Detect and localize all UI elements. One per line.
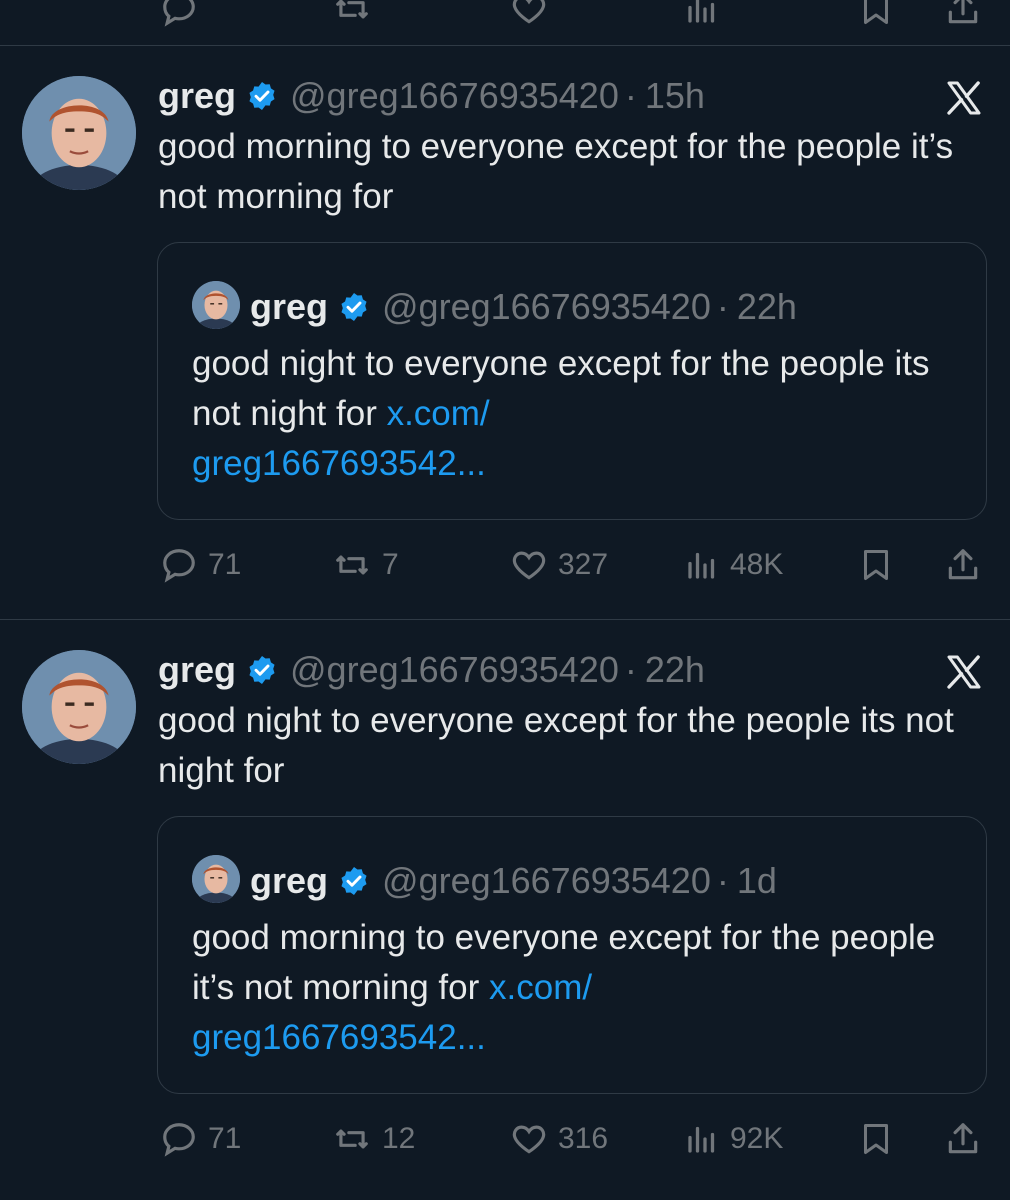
quoted-author-name[interactable]: greg bbox=[250, 860, 328, 902]
views-button[interactable]: 92K bbox=[684, 1109, 783, 1169]
views-icon bbox=[684, 546, 720, 584]
reply-count: 71 bbox=[208, 548, 242, 581]
views-count: 48K bbox=[730, 548, 784, 581]
quoted-link-continued[interactable]: greg1667693542... bbox=[192, 444, 486, 483]
repost-count: 12 bbox=[382, 1122, 416, 1155]
repost-icon[interactable] bbox=[332, 0, 372, 28]
bookmark-button[interactable] bbox=[858, 1109, 904, 1169]
timestamp[interactable]: 15h bbox=[645, 75, 705, 117]
quoted-avatar[interactable] bbox=[192, 855, 240, 903]
quoted-link[interactable]: x.com/ bbox=[387, 394, 490, 433]
like-icon[interactable] bbox=[510, 0, 548, 28]
tweet-text: good night to everyone except for the pe… bbox=[158, 701, 954, 790]
tweet-header: greg @greg16676935420 · 15h bbox=[158, 70, 705, 122]
author-name[interactable]: greg bbox=[158, 649, 236, 691]
author-name[interactable]: greg bbox=[158, 75, 236, 117]
bookmark-icon bbox=[858, 1120, 894, 1158]
share-icon bbox=[944, 1120, 982, 1158]
like-count: 316 bbox=[558, 1122, 609, 1155]
reply-icon bbox=[160, 546, 198, 584]
quoted-author-handle[interactable]: @greg16676935420 bbox=[382, 860, 711, 902]
author-handle[interactable]: @greg16676935420 bbox=[290, 75, 619, 117]
separator-dot: · bbox=[624, 75, 637, 116]
quoted-avatar[interactable] bbox=[192, 281, 240, 329]
share-button[interactable] bbox=[944, 535, 992, 595]
quoted-tweet[interactable]: greg @greg16676935420 · 22h good night t… bbox=[157, 242, 987, 520]
previous-tweet-action-bar bbox=[0, 0, 1010, 38]
action-bar: 71 12 316 92K bbox=[0, 1109, 1010, 1169]
verified-badge-icon bbox=[246, 80, 278, 112]
repost-icon bbox=[332, 1120, 372, 1158]
reply-button[interactable]: 71 bbox=[160, 1109, 241, 1169]
views-icon[interactable] bbox=[684, 0, 720, 28]
quoted-author-handle[interactable]: @greg16676935420 bbox=[382, 286, 711, 328]
repost-count: 7 bbox=[382, 548, 399, 581]
x-logo-icon bbox=[944, 78, 984, 118]
reply-count: 71 bbox=[208, 1122, 242, 1155]
bookmark-icon[interactable] bbox=[858, 0, 894, 28]
bookmark-icon bbox=[858, 546, 894, 584]
repost-button[interactable]: 7 bbox=[332, 535, 399, 595]
quoted-timestamp[interactable]: 1d bbox=[737, 860, 777, 902]
quoted-tweet[interactable]: greg @greg16676935420 · 1d good morning … bbox=[157, 816, 987, 1094]
quoted-text: good morning to everyone except for the … bbox=[192, 913, 952, 1063]
quoted-header: greg @greg16676935420 · 1d bbox=[250, 855, 777, 907]
verified-badge-icon bbox=[246, 654, 278, 686]
views-count: 92K bbox=[730, 1122, 784, 1155]
quoted-link[interactable]: x.com/ bbox=[489, 968, 592, 1007]
like-button[interactable]: 327 bbox=[510, 535, 608, 595]
verified-badge-icon bbox=[338, 291, 370, 323]
tweet[interactable]: greg @greg16676935420 · 15h good morning… bbox=[0, 70, 1010, 615]
tweet-text: good morning to everyone except for the … bbox=[158, 127, 954, 216]
divider bbox=[0, 45, 1010, 46]
like-count: 327 bbox=[558, 548, 609, 581]
repost-icon bbox=[332, 546, 372, 584]
quoted-author-name[interactable]: greg bbox=[250, 286, 328, 328]
separator-dot: · bbox=[716, 286, 729, 327]
x-logo-icon bbox=[944, 652, 984, 692]
quoted-link-continued[interactable]: greg1667693542... bbox=[192, 1018, 486, 1057]
avatar[interactable] bbox=[22, 650, 136, 764]
author-handle[interactable]: @greg16676935420 bbox=[290, 649, 619, 691]
like-button[interactable]: 316 bbox=[510, 1109, 608, 1169]
share-icon[interactable] bbox=[944, 0, 982, 28]
reply-icon bbox=[160, 1120, 198, 1158]
views-icon bbox=[684, 1120, 720, 1158]
action-bar: 71 7 327 48K bbox=[0, 535, 1010, 595]
repost-button[interactable]: 12 bbox=[332, 1109, 415, 1169]
verified-badge-icon bbox=[338, 865, 370, 897]
quoted-text-body: good night to everyone except for the pe… bbox=[192, 344, 930, 433]
quoted-header: greg @greg16676935420 · 22h bbox=[250, 281, 797, 333]
share-icon bbox=[944, 546, 982, 584]
quoted-text: good night to everyone except for the pe… bbox=[192, 339, 952, 489]
like-icon bbox=[510, 546, 548, 584]
separator-dot: · bbox=[716, 860, 729, 901]
reply-button[interactable]: 71 bbox=[160, 535, 241, 595]
tweet[interactable]: greg @greg16676935420 · 22h good night t… bbox=[0, 644, 1010, 1200]
bookmark-button[interactable] bbox=[858, 535, 904, 595]
views-button[interactable]: 48K bbox=[684, 535, 783, 595]
reply-icon[interactable] bbox=[160, 0, 198, 28]
divider bbox=[0, 619, 1010, 620]
avatar[interactable] bbox=[22, 76, 136, 190]
timestamp[interactable]: 22h bbox=[645, 649, 705, 691]
share-button[interactable] bbox=[944, 1109, 992, 1169]
like-icon bbox=[510, 1120, 548, 1158]
tweet-header: greg @greg16676935420 · 22h bbox=[158, 644, 705, 696]
separator-dot: · bbox=[624, 649, 637, 690]
quoted-timestamp[interactable]: 22h bbox=[737, 286, 797, 328]
